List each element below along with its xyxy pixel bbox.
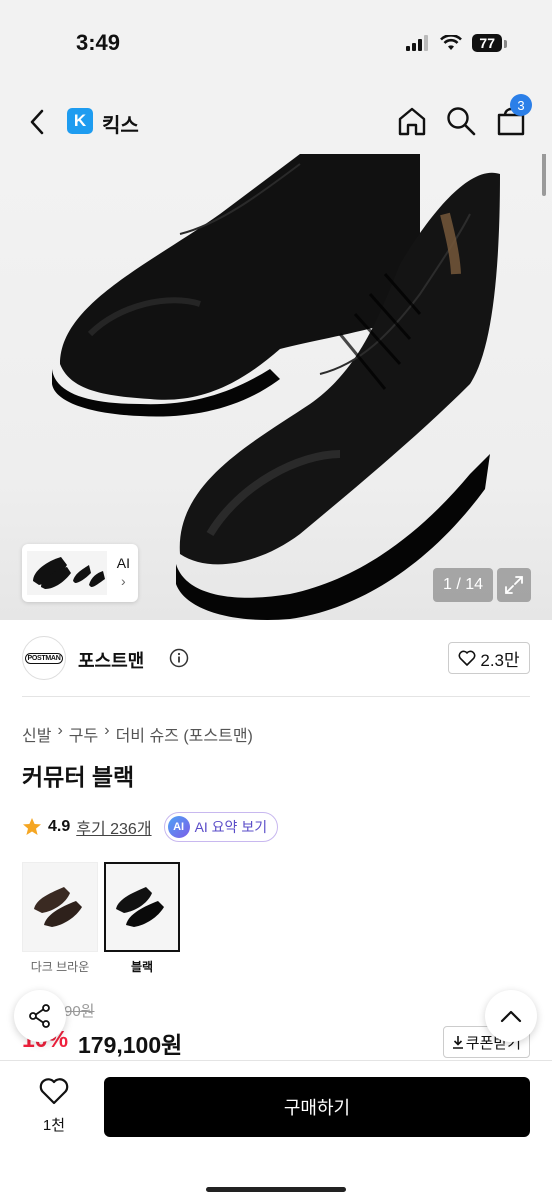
thumbnail-image — [27, 551, 107, 595]
store-name[interactable]: 킥스 — [102, 109, 139, 138]
breadcrumb-item[interactable]: 신발 — [22, 722, 51, 746]
option-image — [22, 862, 98, 952]
battery-indicator: 77 — [472, 34, 507, 52]
product-title: 커뮤터 블랙 — [22, 764, 135, 790]
status-bar: 3:49 77 — [0, 0, 552, 90]
ai-badge-icon: AI — [167, 816, 190, 838]
home-indicator — [206, 1187, 346, 1192]
cart-button[interactable]: 3 — [494, 94, 532, 138]
ai-thumb-arrow: › — [121, 573, 126, 589]
home-icon — [398, 107, 426, 136]
status-time: 3:49 — [76, 30, 121, 55]
search-button[interactable] — [444, 104, 478, 138]
dark-brown-shoe-image — [34, 887, 82, 927]
option-label: 다크 브라운 — [30, 960, 90, 974]
brand-row: POSTMAN 포스트맨 2.3만 — [22, 636, 530, 682]
star-icon — [23, 818, 41, 835]
cart-badge: 3 — [510, 94, 532, 116]
home-button[interactable] — [395, 104, 429, 138]
back-button[interactable] — [22, 106, 54, 138]
heart-icon — [39, 1078, 69, 1105]
share-icon — [29, 1004, 50, 1028]
wishlist-button[interactable]: 1천 — [22, 1077, 86, 1137]
brand-name[interactable]: 포스트맨 — [78, 647, 144, 673]
brand-logo[interactable]: POSTMAN — [22, 636, 66, 680]
expand-icon — [505, 576, 523, 594]
ai-thumb-label: AI › — [117, 554, 130, 590]
divider — [22, 696, 530, 697]
ai-summary-label: AI 요약 보기 — [194, 819, 268, 835]
share-button[interactable] — [14, 990, 66, 1042]
original-price: 90원 — [64, 1003, 95, 1020]
signal-icon — [406, 35, 429, 51]
option-black[interactable]: 블랙 — [104, 862, 180, 975]
brand-logo-text: POSTMAN — [24, 652, 64, 664]
option-dark-brown[interactable]: 다크 브라운 — [22, 862, 98, 975]
breadcrumb-item[interactable]: 더비 슈즈 (포스트맨) — [116, 722, 253, 746]
download-icon — [452, 1036, 463, 1049]
app-bar: K 킥스 3 — [0, 90, 552, 154]
option-image — [104, 862, 180, 952]
back-chevron-icon — [30, 109, 44, 135]
info-icon[interactable] — [169, 648, 189, 668]
review-link[interactable]: 후기 236개 — [76, 815, 151, 839]
wifi-icon — [440, 35, 463, 50]
color-options: 다크 브라운 블랙 — [22, 862, 180, 975]
ai-summary-button[interactable]: AI AI 요약 보기 — [163, 812, 279, 842]
breadcrumb: 신발 › 구두 › 더비 슈즈 (포스트맨) — [22, 722, 253, 746]
ai-thumbnail-card[interactable]: AI › — [22, 544, 138, 602]
breadcrumb-separator: › — [104, 722, 110, 739]
sale-price: 179,100원 — [78, 1032, 183, 1058]
bottom-action-bar: 1천 구매하기 — [0, 1060, 552, 1200]
page-indicator: 1 / 14 — [433, 568, 493, 602]
search-icon — [447, 107, 476, 136]
wishlist-count: 1천 — [42, 1117, 66, 1134]
status-icons: 77 — [406, 34, 507, 52]
heart-icon — [458, 650, 476, 666]
option-label: 블랙 — [130, 960, 154, 974]
price-area: 90원 10% 179,100원 쿠폰받기 — [22, 1000, 530, 1060]
rating-value: 4.9 — [48, 818, 71, 835]
black-shoe-image — [116, 887, 164, 927]
chevron-up-icon — [500, 1010, 522, 1023]
product-image-carousel[interactable]: AI › 1 / 14 — [0, 154, 552, 620]
scroll-top-button[interactable] — [485, 990, 537, 1042]
expand-button[interactable] — [497, 568, 531, 602]
store-logo[interactable]: K — [67, 108, 93, 134]
breadcrumb-separator: › — [57, 722, 63, 739]
brand-like-count: 2.3만 — [480, 650, 520, 670]
brand-like-button[interactable]: 2.3만 — [448, 642, 530, 674]
breadcrumb-item[interactable]: 구두 — [69, 722, 98, 746]
ai-thumb-text: AI — [116, 555, 130, 571]
rating-row: 4.9 후기 236개 AI AI 요약 보기 — [22, 812, 279, 842]
buy-button[interactable]: 구매하기 — [104, 1077, 530, 1137]
